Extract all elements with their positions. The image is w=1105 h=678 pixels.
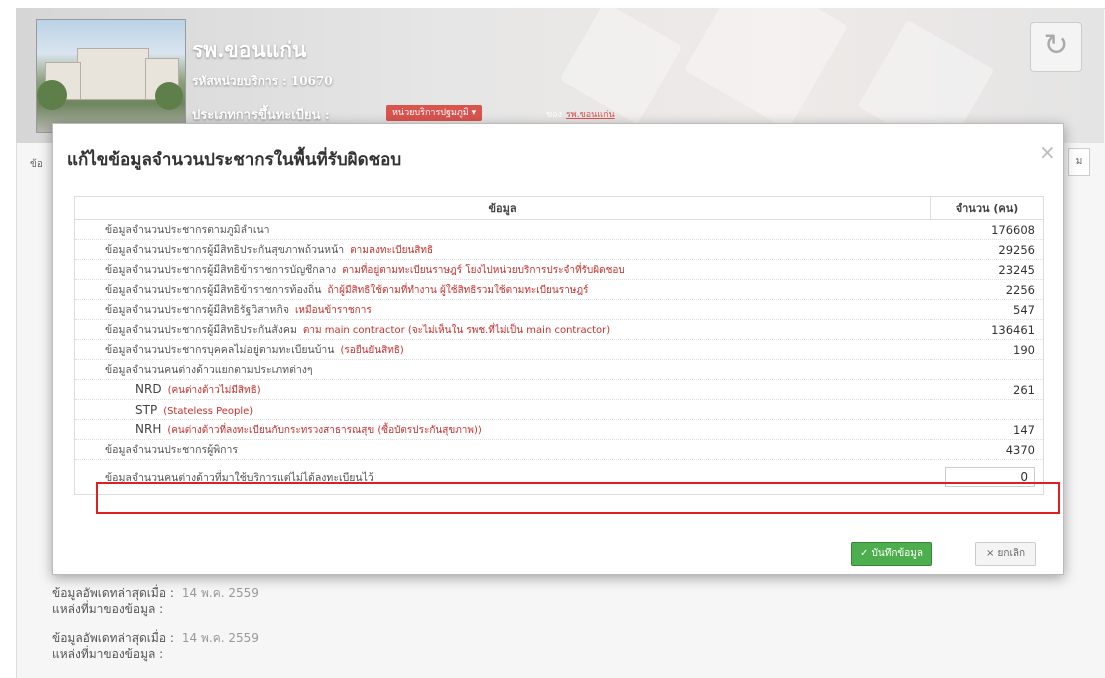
row-value (930, 399, 1044, 420)
row-value: 136461 (930, 319, 1044, 340)
row-label: NRH (คนต่างด้าวที่ลงทะเบียนกับกระทรวงสาธา… (74, 419, 931, 440)
update-date: 14 พ.ค. 2559 (181, 631, 259, 645)
row-label-text: ข้อมูลจำนวนประชากรผู้มีสิทธิประกันสุขภาพ… (105, 244, 345, 256)
row-value: 4370 (930, 439, 1044, 460)
row-value: 190 (930, 339, 1044, 360)
hospital-name: รพ.ขอนแก่น (192, 37, 307, 62)
modal-title: แก้ไขข้อมูลจำนวนประชากรในพื้นที่รับผิดชอ… (67, 150, 402, 170)
row-note: ตามที่อยู่ตามทะเบียนราษฎร์ โยงไปหน่วยบริ… (342, 265, 625, 276)
table-row: STP (Stateless People) (74, 399, 1044, 420)
row-label: ข้อมูลจำนวนประชากรผู้พิการ (74, 439, 931, 460)
service-code: รหัสหน่วยบริการ : 10670 (192, 74, 333, 88)
row-label: ข้อมูลจำนวนประชากรผู้มีสิทธิรัฐวิสาหกิจ เ… (74, 299, 931, 320)
save-button[interactable]: ✓ บันทึกข้อมูล (851, 542, 932, 566)
update-label: ข้อมูลอัพเดทล่าสุดเมื่อ : (52, 631, 174, 645)
row-label-text: ข้อมูลจำนวนประชากรผู้มีสิทธิประกันสังคม (105, 324, 297, 336)
registration-type-dropdown[interactable]: หน่วยบริการปฐมภูมิ ▾ (386, 105, 483, 121)
row-note: ถ้าผู้มีสิทธิใช้ตามที่ทำงาน ผู้ใช้สิทธิร… (327, 285, 589, 296)
row-label-text: NRH (135, 421, 162, 436)
row-value: 29256 (930, 239, 1044, 260)
update-info-2: ข้อมูลอัพเดทล่าสุดเมื่อ : 14 พ.ค. 2559 แห… (52, 630, 259, 662)
row-value: 23245 (930, 259, 1044, 280)
row-value: 147 (930, 419, 1044, 440)
row-value: 2256 (930, 279, 1044, 300)
table-row: ข้อมูลจำนวนคนต่างด้าวแยกตามประเภทต่างๆ (74, 359, 1044, 380)
row-label: ข้อมูลจำนวนประชากรผู้มีสิทธิประกันสุขภาพ… (74, 239, 931, 260)
row-label-text: ข้อมูลจำนวนประชากรผู้มีสิทธิรัฐวิสาหกิจ (105, 304, 289, 316)
row-label-text: ข้อมูลจำนวนประชากรผู้มีสิทธิข้าราชการท้อ… (105, 284, 322, 296)
row-value (930, 359, 1044, 380)
row-value: 176608 (930, 219, 1044, 240)
row-label-text: STP (135, 402, 158, 417)
row-note: (รอยืนยันสิทธิ) (340, 345, 404, 356)
cancel-button[interactable]: × ยกเลิก (975, 542, 1037, 566)
row-note: ตามลงทะเบียนสิทธิ (350, 245, 434, 256)
table-row: ข้อมูลจำนวนประชากรผู้มีสิทธิประกันสังคม ต… (74, 319, 1044, 340)
background-tab-button[interactable]: ม (1068, 148, 1090, 176)
edit-population-modal: แก้ไขข้อมูลจำนวนประชากรในพื้นที่รับผิดชอ… (52, 123, 1064, 575)
table-row: NRD (คนต่างด้าวไม่มีสิทธิ) 261 (74, 379, 1044, 400)
row-label-text: ข้อมูลจำนวนประชากรผู้มีสิทธิข้าราชการบัญ… (105, 264, 337, 276)
table-row: ข้อมูลจำนวนประชากรผู้มีสิทธิข้าราชการบัญ… (74, 259, 1044, 280)
registration-type-label: ประเภทการขึ้นทะเบียน : (192, 108, 330, 123)
caret-down-icon: ▾ (471, 108, 477, 118)
row-label-text: NRD (135, 381, 162, 396)
row-label: ข้อมูลจำนวนประชากรผู้มีสิทธิข้าราชการท้อ… (74, 279, 931, 300)
column-header-data: ข้อมูล (74, 196, 931, 220)
row-label: ข้อมูลจำนวนประชากรผู้มีสิทธิข้าราชการบัญ… (74, 259, 931, 280)
row-label: NRD (คนต่างด้าวไม่มีสิทธิ) (74, 379, 931, 400)
hospital-photo (36, 19, 186, 133)
source-label: แหล่งที่มาของข้อมูล : (52, 602, 164, 616)
row-value: 547 (930, 299, 1044, 320)
update-label: ข้อมูลอัพเดทล่าสุดเมื่อ : (52, 586, 174, 600)
column-header-count: จำนวน (คน) (930, 196, 1044, 220)
row-note: ตาม main contractor (จะไม่เห็นใน รพช.ที่… (302, 325, 611, 336)
refresh-button[interactable]: ↻ (1030, 22, 1082, 72)
close-icon[interactable]: × (1039, 140, 1056, 164)
row-note: (Stateless People) (163, 405, 254, 417)
population-table: ข้อมูล จำนวน (คน) ข้อมูลจำนวนประชากรตามภ… (74, 196, 1044, 495)
highlight-box (96, 482, 1060, 514)
table-row: ข้อมูลจำนวนประชากรผู้พิการ 4370 (74, 439, 1044, 460)
source-label: แหล่งที่มาของข้อมูล : (52, 647, 164, 661)
table-row: NRH (คนต่างด้าวที่ลงทะเบียนกับกระทรวงสาธา… (74, 419, 1044, 440)
row-note: (คนต่างด้าวไม่มีสิทธิ) (167, 384, 261, 396)
row-label: ข้อมูลจำนวนประชากรบุคคลไม่อยู่ตามทะเบียน… (74, 339, 931, 360)
update-info-1: ข้อมูลอัพเดทล่าสุดเมื่อ : 14 พ.ค. 2559 แห… (52, 585, 259, 617)
row-note: (คนต่างด้าวที่ลงทะเบียนกับกระทรวงสาธารณส… (167, 424, 482, 436)
update-date: 14 พ.ค. 2559 (181, 586, 259, 600)
row-label-text: ข้อมูลจำนวนประชากรบุคคลไม่อยู่ตามทะเบียน… (105, 344, 335, 356)
row-value: 261 (930, 379, 1044, 400)
table-row: ข้อมูลจำนวนประชากรผู้มีสิทธิข้าราชการท้อ… (74, 279, 1044, 300)
row-label: ข้อมูลจำนวนประชากรผู้มีสิทธิประกันสังคม ต… (74, 319, 931, 340)
table-row: ข้อมูลจำนวนประชากรผู้มีสิทธิประกันสุขภาพ… (74, 239, 1044, 260)
table-row: ข้อมูลจำนวนประชากรตามภูมิลำเนา 176608 (74, 219, 1044, 240)
row-note: เหมือนข้าราชการ (294, 305, 372, 316)
row-label: STP (Stateless People) (74, 399, 931, 420)
registration-owner: ของ รพ.ขอนแก่น (546, 110, 615, 120)
table-row: ข้อมูลจำนวนประชากรบุคคลไม่อยู่ตามทะเบียน… (74, 339, 1044, 360)
table-row: ข้อมูลจำนวนประชากรผู้มีสิทธิรัฐวิสาหกิจ เ… (74, 299, 1044, 320)
owner-link[interactable]: รพ.ขอนแก่น (566, 110, 615, 120)
row-label-text: ข้อมูลจำนวนคนต่างด้าวแยกตามประเภทต่างๆ (105, 364, 313, 376)
background-tab-label: ข้อ (30, 159, 43, 170)
refresh-icon: ↻ (1043, 28, 1069, 63)
row-label-text: ข้อมูลจำนวนประชากรผู้พิการ (105, 444, 239, 456)
row-label: ข้อมูลจำนวนประชากรตามภูมิลำเนา (74, 219, 931, 240)
row-label-text: ข้อมูลจำนวนประชากรตามภูมิลำเนา (105, 224, 270, 236)
row-label: ข้อมูลจำนวนคนต่างด้าวแยกตามประเภทต่างๆ (74, 359, 931, 380)
